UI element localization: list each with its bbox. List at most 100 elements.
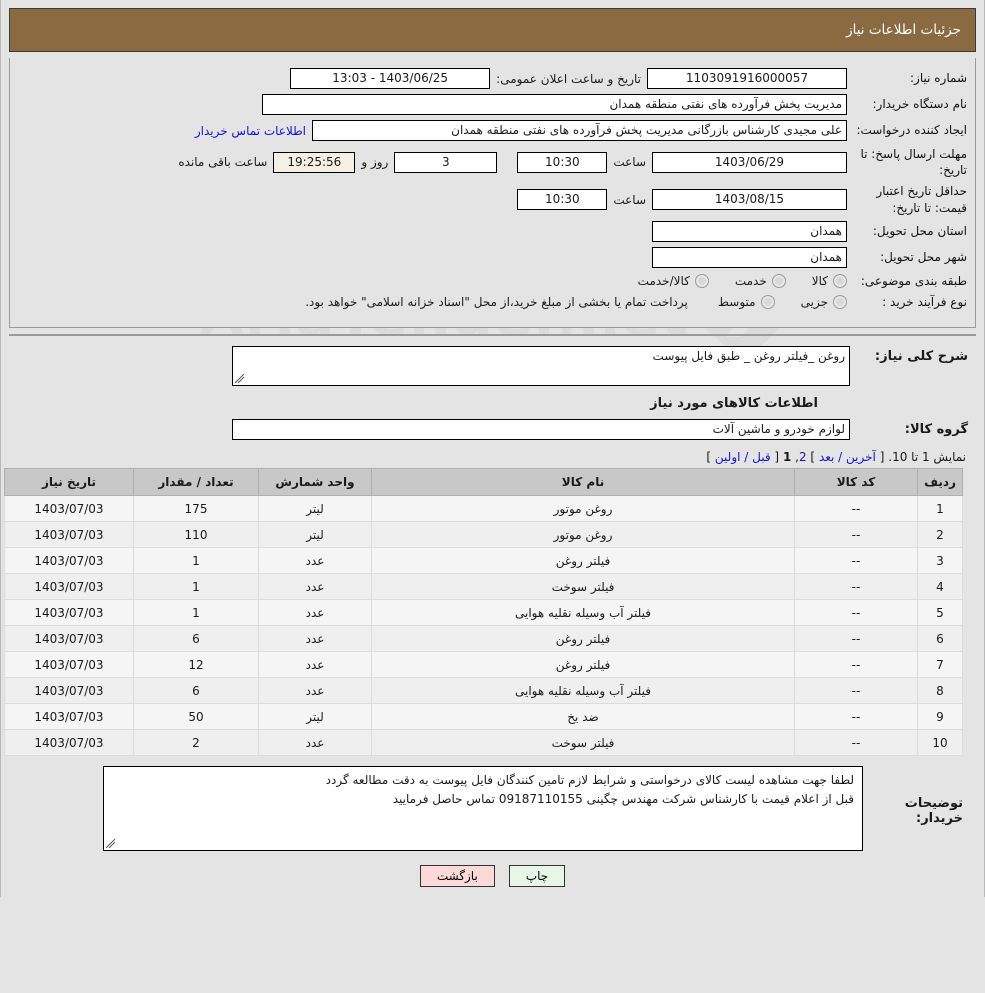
remaining-seconds-value: 19:25:56 — [273, 151, 356, 173]
col-header-unit: واحد شمارش — [258, 468, 372, 497]
cell-qty: 1 — [133, 599, 259, 627]
col-header-radif: ردیف — [917, 468, 963, 497]
table-row: 6 -- فیلتر روغن عدد 6 1403/07/03 — [4, 625, 963, 653]
announce-value: 1403/06/25 - 13:03 — [290, 68, 491, 89]
row-buyer-notes: توضیحات خریدار: لطفا جهت مشاهده لیست کال… — [17, 766, 968, 852]
cell-radif: 9 — [917, 703, 963, 731]
pagination-page-2[interactable]: 2 — [799, 450, 807, 464]
pagination-first-link[interactable]: قبل / اولین — [715, 450, 771, 464]
row-goods-group: گروه کالا: لوازم خودرو و ماشین آلات — [17, 419, 968, 441]
cell-date: 1403/07/03 — [4, 521, 134, 549]
cell-date: 1403/07/03 — [4, 547, 134, 575]
cell-name: فیلتر آب وسیله نقلیه هوایی — [371, 599, 795, 627]
items-heading: اطلاعات کالاهای مورد نیاز — [650, 396, 818, 412]
row-buyer-org: نام دستگاه خریدار: مدیریت پخش فرآورده ها… — [18, 94, 967, 115]
pagination-close-bracket-2: ] — [706, 450, 712, 465]
col-header-date: تاریخ نیاز — [4, 468, 134, 497]
cell-code: -- — [794, 729, 918, 757]
cell-radif: 2 — [917, 521, 963, 549]
announce-label: تاریخ و ساعت اعلان عمومی: — [496, 71, 641, 86]
cell-qty: 1 — [133, 573, 259, 601]
table-row: 4 -- فیلتر سوخت عدد 1 1403/07/03 — [4, 573, 963, 601]
remaining-days-value: 3 — [394, 151, 498, 173]
process-radio-group[interactable]: جزیی متوسط — [692, 295, 847, 310]
col-header-name: نام کالا — [371, 468, 795, 497]
cell-unit: لیتر — [258, 495, 372, 523]
process-option-motavaset[interactable]: متوسط — [718, 295, 775, 310]
cell-radif: 5 — [917, 599, 963, 627]
need-number-label: شماره نیاز: — [910, 71, 967, 86]
radio-icon[interactable] — [833, 295, 847, 310]
need-body-panel: شرح کلی نیاز: روغن _فیلتر روغن _ طبق فای… — [4, 336, 976, 897]
category-option-label-0: کالا — [811, 273, 828, 288]
process-option-jozi[interactable]: جزیی — [800, 295, 847, 310]
process-option-label-0: جزیی — [800, 295, 828, 310]
cell-radif: 7 — [917, 651, 963, 679]
radio-icon[interactable] — [760, 295, 775, 310]
deadline-label: مهلت ارسال پاسخ: تا تاریخ: — [860, 147, 967, 178]
radio-icon[interactable] — [694, 273, 709, 288]
need-info-panel: شماره نیاز: 1103091916000057 تاریخ و ساع… — [9, 58, 976, 329]
pagination-last-link[interactable]: آخرین / بعد — [819, 450, 876, 464]
validity-label: حداقل تاریخ اعتبار قیمت: تا تاریخ: — [876, 184, 967, 215]
back-button[interactable]: بازگشت — [419, 865, 495, 888]
category-option-label-2: کالا/خدمت — [637, 273, 690, 288]
table-row: 3 -- فیلتر روغن عدد 1 1403/07/03 — [4, 547, 963, 575]
cell-radif: 10 — [917, 729, 963, 757]
table-row: 1 -- روغن موتور لیتر 175 1403/07/03 — [4, 495, 963, 523]
cell-code: -- — [794, 651, 918, 679]
cell-qty: 50 — [133, 703, 259, 731]
row-request-creator: ایجاد کننده درخواست: علی مجیدی کارشناس ب… — [18, 120, 967, 141]
col-header-qty: تعداد / مقدار — [133, 468, 259, 497]
table-row: 7 -- فیلتر روغن عدد 12 1403/07/03 — [4, 651, 963, 679]
print-button[interactable]: چاپ — [508, 865, 566, 888]
cell-qty: 175 — [133, 495, 259, 523]
buyer-org-label: نام دستگاه خریدار: — [872, 97, 968, 112]
table-row: 5 -- فیلتر آب وسیله نقلیه هوایی عدد 1 1403/07… — [4, 599, 963, 627]
cell-date: 1403/07/03 — [4, 651, 134, 679]
cell-qty: 6 — [133, 677, 259, 705]
group-label: گروه کالا: — [904, 422, 968, 438]
process-note: پرداخت تمام یا بخشی از مبلغ خرید،از محل … — [305, 295, 688, 310]
cell-name: روغن موتور — [371, 521, 795, 549]
city-value: همدان — [652, 246, 847, 268]
page-root: جزئیات اطلاعات نیاز شماره نیاز: 11030919… — [0, 0, 985, 898]
category-option-kala-khedmat[interactable]: کالا/خدمت — [637, 273, 709, 288]
province-label: استان محل تحویل: — [872, 224, 967, 239]
cell-date: 1403/07/03 — [4, 729, 134, 757]
cell-qty: 12 — [133, 651, 259, 679]
deadline-hour-label: ساعت — [613, 155, 646, 170]
need-number-value: 1103091916000057 — [647, 68, 847, 89]
category-option-khedmat[interactable]: خدمت — [734, 273, 786, 288]
buyer-contact-link[interactable]: اطلاعات تماس خریدار — [195, 124, 306, 138]
col-header-code: کد کالا — [794, 468, 918, 497]
cell-unit: لیتر — [258, 703, 372, 731]
cell-name: ضد یخ — [371, 703, 795, 731]
cell-date: 1403/07/03 — [4, 573, 134, 601]
cell-date: 1403/07/03 — [4, 625, 134, 653]
radio-icon[interactable] — [771, 273, 786, 288]
cell-name: روغن موتور — [371, 495, 795, 523]
table-row: 2 -- روغن موتور لیتر 110 1403/07/03 — [4, 521, 963, 549]
cell-radif: 6 — [917, 625, 963, 653]
cell-name: فیلتر روغن — [371, 625, 795, 653]
cell-unit: لیتر — [258, 521, 372, 549]
category-option-label-1: خدمت — [734, 273, 767, 288]
cell-radif: 8 — [917, 677, 963, 705]
cell-name: فیلتر سوخت — [371, 729, 795, 757]
cell-code: -- — [794, 547, 918, 575]
table-row: 10 -- فیلتر سوخت عدد 2 1403/07/03 — [4, 729, 963, 757]
deadline-hour-value: 10:30 — [517, 151, 608, 173]
cell-unit: عدد — [258, 729, 372, 757]
table-row: 8 -- فیلتر آب وسیله نقلیه هوایی عدد 6 1403/07… — [4, 677, 963, 705]
buyer-notes-box: لطفا جهت مشاهده لیست کالای درخواستی و شر… — [103, 766, 863, 852]
radio-icon[interactable] — [833, 273, 847, 288]
category-radio-group[interactable]: کالا خدمت کالا/خدمت — [612, 273, 847, 288]
pagination-current-page: 1 — [782, 450, 792, 465]
validity-hour-label: ساعت — [613, 192, 646, 207]
cell-qty: 110 — [133, 521, 259, 549]
items-table: ردیف کد کالا نام کالا واحد شمارش تعداد /… — [4, 468, 963, 757]
cell-code: -- — [794, 703, 918, 731]
cell-date: 1403/07/03 — [4, 703, 134, 731]
category-option-kala[interactable]: کالا — [811, 273, 847, 288]
